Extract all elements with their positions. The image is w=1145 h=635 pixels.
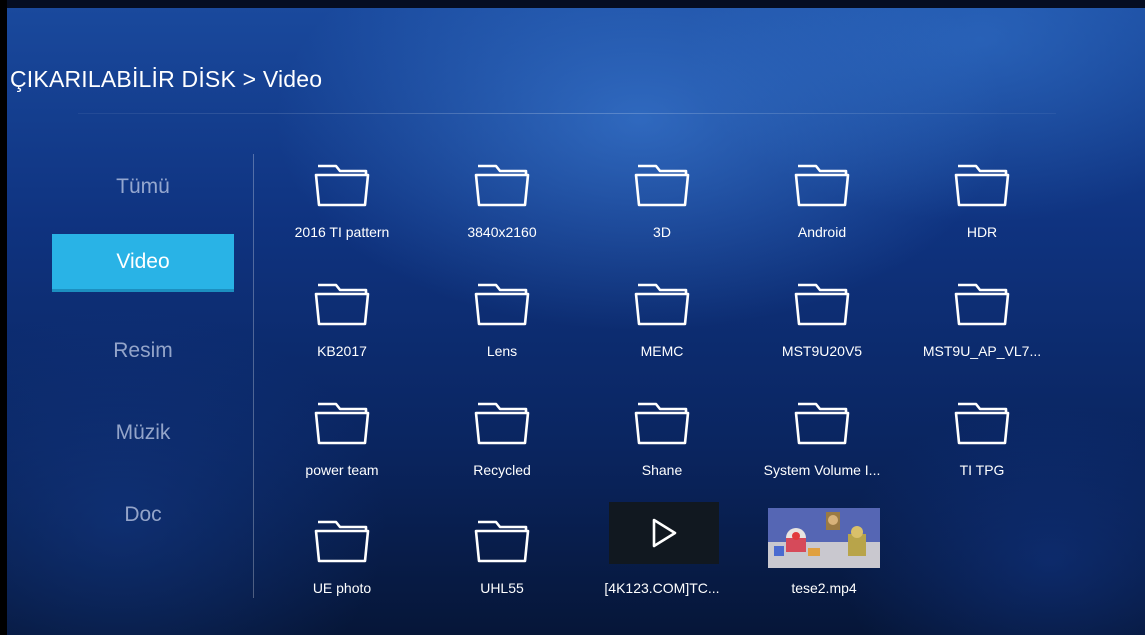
folder-tile[interactable]: power team <box>262 388 422 498</box>
folder-icon <box>953 394 1011 446</box>
file-label: TI TPG <box>959 462 1005 478</box>
file-label: System Volume I... <box>763 462 881 478</box>
media-browser-screen: ÇIKARILABİLİR DİSK > Video Tümü Video Re… <box>0 0 1145 635</box>
file-label: 2016 TI pattern <box>294 224 390 240</box>
file-label: power team <box>305 462 379 478</box>
folder-tile[interactable]: Recycled <box>422 388 582 498</box>
sidebar-item-label: Tümü <box>116 175 170 198</box>
folder-icon <box>473 156 531 208</box>
folder-tile[interactable]: Lens <box>422 269 582 379</box>
file-label: Lens <box>486 343 518 359</box>
file-label: KB2017 <box>317 343 367 359</box>
folder-icon <box>953 275 1011 327</box>
folder-icon <box>793 394 851 446</box>
sidebar-item-image[interactable]: Resim <box>52 322 234 380</box>
folder-icon <box>793 275 851 327</box>
folder-tile[interactable]: System Volume I... <box>742 388 902 498</box>
file-grid: 2016 TI pattern 3840x2160 3D Android HDR… <box>262 150 1062 610</box>
file-label: Android <box>797 224 847 240</box>
folder-icon <box>313 275 371 327</box>
folder-tile[interactable]: HDR <box>902 150 1062 260</box>
file-label: [4K123.COM]TC... <box>604 580 720 596</box>
folder-icon <box>633 275 691 327</box>
file-label: UE photo <box>312 580 372 596</box>
folder-tile[interactable]: MST9U_AP_VL7... <box>902 269 1062 379</box>
folder-tile[interactable]: UHL55 <box>422 506 582 616</box>
video-tile[interactable]: [4K123.COM]TC... <box>582 500 742 610</box>
folder-icon <box>313 512 371 564</box>
folder-icon <box>953 156 1011 208</box>
sidebar-item-label: Doc <box>124 503 162 526</box>
file-label: 3840x2160 <box>467 224 537 240</box>
folder-tile[interactable]: Shane <box>582 388 742 498</box>
title-divider <box>78 113 1056 114</box>
file-label: HDR <box>966 224 998 240</box>
file-label: UHL55 <box>480 580 524 596</box>
folder-tile[interactable]: UE photo <box>262 506 422 616</box>
sidebar-item-video[interactable]: Video <box>52 234 234 292</box>
folder-tile[interactable]: 3840x2160 <box>422 150 582 260</box>
video-tile[interactable]: tese2.mp4 <box>762 500 922 610</box>
file-label: MST9U20V5 <box>781 343 863 359</box>
folder-icon <box>473 394 531 446</box>
top-edge <box>0 0 1145 8</box>
sidebar-item-label: Resim <box>113 339 173 362</box>
folder-tile[interactable]: 2016 TI pattern <box>262 150 422 260</box>
folder-tile[interactable]: Android <box>742 150 902 260</box>
video-thumbnail <box>609 502 719 564</box>
folder-icon <box>473 512 531 564</box>
sidebar-item-music[interactable]: Müzik <box>52 404 234 462</box>
file-label: MST9U_AP_VL7... <box>922 343 1042 359</box>
file-label: 3D <box>653 224 671 240</box>
folder-icon <box>793 156 851 208</box>
sidebar-divider <box>253 154 254 598</box>
sidebar-item-all[interactable]: Tümü <box>52 158 234 216</box>
page-title-breadcrumb: ÇIKARILABİLİR DİSK > Video <box>10 66 323 92</box>
file-label: Shane <box>641 462 683 478</box>
sidebar-item-doc[interactable]: Doc <box>52 486 234 544</box>
play-icon <box>652 518 677 548</box>
folder-tile[interactable]: MST9U20V5 <box>742 269 902 379</box>
folder-icon <box>633 394 691 446</box>
sidebar-item-label: Müzik <box>115 421 171 444</box>
folder-tile[interactable]: TI TPG <box>902 388 1062 498</box>
sidebar-item-label: Video <box>116 249 170 273</box>
folder-tile[interactable]: KB2017 <box>262 269 422 379</box>
video-preview-image <box>768 508 880 568</box>
file-label: Recycled <box>473 462 531 478</box>
folder-icon <box>633 156 691 208</box>
file-label: MEMC <box>640 343 684 359</box>
folder-icon <box>313 156 371 208</box>
folder-tile[interactable]: MEMC <box>582 269 742 379</box>
folder-tile[interactable]: 3D <box>582 150 742 260</box>
folder-icon <box>473 275 531 327</box>
left-edge <box>0 0 7 635</box>
file-label: tese2.mp4 <box>791 580 857 596</box>
folder-icon <box>313 394 371 446</box>
